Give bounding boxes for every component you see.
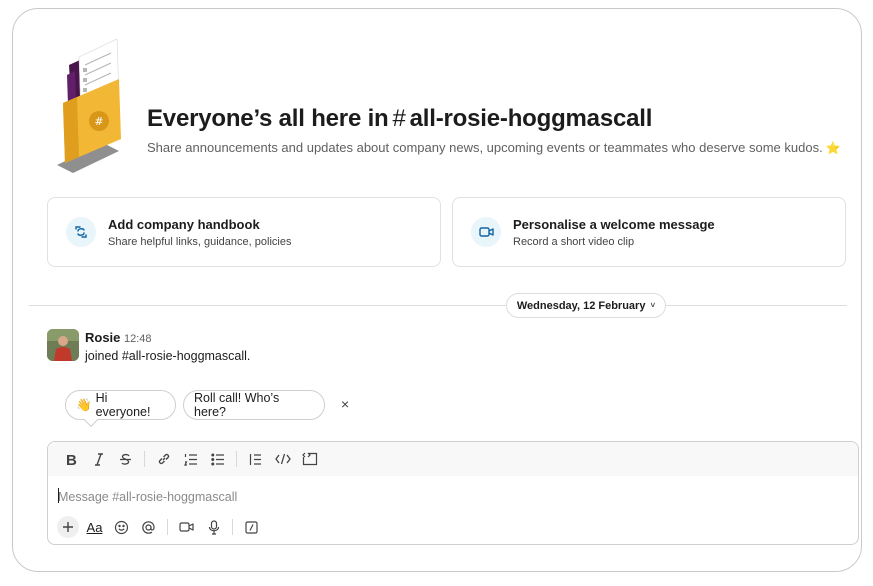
card-title: Add company handbook bbox=[108, 216, 260, 232]
bulleted-list-icon[interactable] bbox=[204, 447, 231, 471]
message-composer: B Message #all-rosie-hoggmascall Aa bbox=[47, 441, 859, 545]
ordered-list-icon[interactable] bbox=[177, 447, 204, 471]
bold-icon[interactable]: B bbox=[58, 447, 85, 471]
text-caret bbox=[58, 488, 59, 503]
toolbar-divider bbox=[144, 451, 145, 467]
channel-name: all-rosie-hoggmascall bbox=[409, 105, 653, 132]
blockquote-icon[interactable] bbox=[242, 447, 269, 471]
message-input[interactable] bbox=[58, 486, 818, 508]
mention-icon[interactable] bbox=[135, 515, 162, 539]
slash-command-icon[interactable] bbox=[238, 515, 265, 539]
app-window: # Everyone’s all here in # all-rosie-hoggm… bbox=[12, 8, 862, 572]
plus-icon[interactable] bbox=[54, 515, 81, 539]
card-subtitle: Share helpful links, guidance, policies bbox=[108, 235, 292, 248]
message-text: joined #all-rosie-hoggmascall. bbox=[85, 349, 251, 363]
code-icon[interactable] bbox=[269, 447, 296, 471]
chevron-down-icon: ˅ bbox=[650, 301, 656, 310]
channel-title-prefix: Everyone’s all here in bbox=[147, 105, 389, 132]
toolbar-divider bbox=[167, 519, 168, 535]
handbook-icon bbox=[66, 217, 96, 247]
svg-text:#: # bbox=[94, 115, 103, 128]
link-icon[interactable] bbox=[150, 447, 177, 471]
toolbar-divider bbox=[236, 451, 237, 467]
text-format-icon[interactable]: Aa bbox=[81, 515, 108, 539]
hash-symbol: # bbox=[392, 105, 406, 132]
composer-actions: Aa bbox=[54, 514, 265, 540]
video-icon bbox=[471, 217, 501, 247]
date-label: Wednesday, 12 February bbox=[516, 299, 646, 312]
personalise-welcome-card[interactable]: Personalise a welcome message Record a s… bbox=[452, 197, 846, 267]
wave-emoji: 👋 bbox=[76, 397, 92, 412]
avatar[interactable] bbox=[47, 329, 79, 361]
microphone-icon[interactable] bbox=[200, 515, 227, 539]
date-divider-button[interactable]: Wednesday, 12 February ˅ bbox=[506, 293, 666, 318]
emoji-icon[interactable] bbox=[108, 515, 135, 539]
message-author[interactable]: Rosie bbox=[85, 330, 120, 345]
svg-text:B: B bbox=[66, 453, 77, 466]
suggestion-hi-everyone[interactable]: 👋 Hi everyone! bbox=[65, 390, 176, 420]
card-title: Personalise a welcome message bbox=[513, 216, 715, 232]
italic-icon[interactable] bbox=[85, 447, 112, 471]
formatting-toolbar: B bbox=[48, 442, 858, 476]
suggestion-roll-call[interactable]: Roll call! Who’s here? bbox=[183, 390, 325, 420]
video-icon[interactable] bbox=[173, 515, 200, 539]
suggestion-label: Hi everyone! bbox=[95, 391, 151, 419]
text-format-label: Aa bbox=[86, 519, 103, 535]
channel-illustration: # bbox=[57, 38, 121, 173]
code-block-icon[interactable] bbox=[296, 447, 323, 471]
close-icon[interactable]: × bbox=[341, 396, 349, 412]
card-subtitle: Record a short video clip bbox=[513, 235, 635, 248]
add-company-handbook-card[interactable]: Add company handbook Share helpful links… bbox=[47, 197, 441, 267]
channel-description: Share announcements and updates about co… bbox=[147, 140, 841, 155]
strikethrough-icon[interactable] bbox=[112, 447, 139, 471]
star-emoji: ⭐ bbox=[825, 141, 841, 155]
channel-description-text: Share announcements and updates about co… bbox=[147, 140, 823, 155]
suggestion-label: Roll call! Who’s here? bbox=[194, 391, 280, 419]
channel-title: Everyone’s all here in # all-rosie-hoggmas… bbox=[147, 105, 652, 133]
date-divider-line bbox=[29, 305, 847, 306]
message-timestamp[interactable]: 12:48 bbox=[124, 333, 152, 345]
toolbar-divider bbox=[232, 519, 233, 535]
